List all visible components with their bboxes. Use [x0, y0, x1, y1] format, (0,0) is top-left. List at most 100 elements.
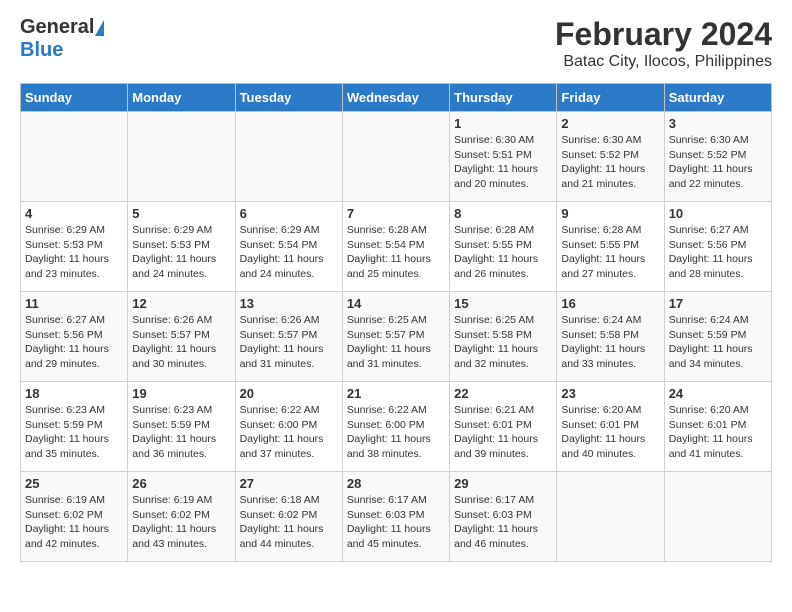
cell-content: Sunset: 5:51 PM [454, 148, 552, 163]
cell-content: Sunrise: 6:23 AM [132, 403, 230, 418]
title-area: February 2024 Batac City, Ilocos, Philip… [555, 16, 772, 71]
calendar-cell: 10Sunrise: 6:27 AMSunset: 5:56 PMDayligh… [664, 202, 771, 292]
cell-content: Sunrise: 6:20 AM [669, 403, 767, 418]
cell-content: Daylight: 11 hours and 31 minutes. [240, 342, 338, 371]
cell-content: Sunset: 5:52 PM [669, 148, 767, 163]
day-number: 10 [669, 206, 767, 221]
day-number: 1 [454, 116, 552, 131]
calendar-cell [21, 112, 128, 202]
day-number: 7 [347, 206, 445, 221]
cell-content: Sunrise: 6:26 AM [240, 313, 338, 328]
calendar-cell: 13Sunrise: 6:26 AMSunset: 5:57 PMDayligh… [235, 292, 342, 382]
cell-content: Daylight: 11 hours and 42 minutes. [25, 522, 123, 551]
calendar-cell: 9Sunrise: 6:28 AMSunset: 5:55 PMDaylight… [557, 202, 664, 292]
calendar-cell: 25Sunrise: 6:19 AMSunset: 6:02 PMDayligh… [21, 472, 128, 562]
cell-content: Daylight: 11 hours and 31 minutes. [347, 342, 445, 371]
cell-content: Daylight: 11 hours and 41 minutes. [669, 432, 767, 461]
cell-content: Daylight: 11 hours and 40 minutes. [561, 432, 659, 461]
cell-content: Daylight: 11 hours and 45 minutes. [347, 522, 445, 551]
cell-content: Sunrise: 6:19 AM [132, 493, 230, 508]
calendar-cell [128, 112, 235, 202]
header-cell-thursday: Thursday [450, 84, 557, 112]
calendar-cell [557, 472, 664, 562]
calendar-cell: 18Sunrise: 6:23 AMSunset: 5:59 PMDayligh… [21, 382, 128, 472]
day-number: 18 [25, 386, 123, 401]
cell-content: Sunset: 6:00 PM [347, 418, 445, 433]
calendar-cell: 17Sunrise: 6:24 AMSunset: 5:59 PMDayligh… [664, 292, 771, 382]
week-row-4: 25Sunrise: 6:19 AMSunset: 6:02 PMDayligh… [21, 472, 772, 562]
calendar-cell: 5Sunrise: 6:29 AMSunset: 5:53 PMDaylight… [128, 202, 235, 292]
cell-content: Daylight: 11 hours and 27 minutes. [561, 252, 659, 281]
cell-content: Sunrise: 6:22 AM [240, 403, 338, 418]
cell-content: Daylight: 11 hours and 38 minutes. [347, 432, 445, 461]
logo-triangle-icon [95, 20, 104, 36]
week-row-2: 11Sunrise: 6:27 AMSunset: 5:56 PMDayligh… [21, 292, 772, 382]
day-number: 26 [132, 476, 230, 491]
cell-content: Daylight: 11 hours and 22 minutes. [669, 162, 767, 191]
day-number: 3 [669, 116, 767, 131]
calendar-cell: 1 Sunrise: 6:30 AMSunset: 5:51 PMDaylight… [450, 112, 557, 202]
cell-content: Sunset: 6:02 PM [132, 508, 230, 523]
logo-general: General [20, 16, 94, 39]
calendar-cell: 12Sunrise: 6:26 AMSunset: 5:57 PMDayligh… [128, 292, 235, 382]
week-row-1: 4Sunrise: 6:29 AMSunset: 5:53 PMDaylight… [21, 202, 772, 292]
cell-content: Sunset: 5:58 PM [454, 328, 552, 343]
header-cell-wednesday: Wednesday [342, 84, 449, 112]
cell-content: Sunrise: 6:29 AM [132, 223, 230, 238]
cell-content: Sunrise: 6:17 AM [454, 493, 552, 508]
day-number: 14 [347, 296, 445, 311]
cell-content: Sunset: 5:58 PM [561, 328, 659, 343]
logo: General Blue [20, 16, 104, 62]
cell-content: Daylight: 11 hours and 20 minutes. [454, 162, 552, 191]
cell-content: Sunset: 5:59 PM [25, 418, 123, 433]
cell-content: Sunrise: 6:21 AM [454, 403, 552, 418]
cell-content: Sunrise: 6:29 AM [25, 223, 123, 238]
cell-content: Daylight: 11 hours and 39 minutes. [454, 432, 552, 461]
day-number: 9 [561, 206, 659, 221]
cell-content: Daylight: 11 hours and 21 minutes. [561, 162, 659, 191]
calendar-cell: 22Sunrise: 6:21 AMSunset: 6:01 PMDayligh… [450, 382, 557, 472]
calendar-cell: 21Sunrise: 6:22 AMSunset: 6:00 PMDayligh… [342, 382, 449, 472]
day-number: 20 [240, 386, 338, 401]
calendar-cell: 2Sunrise: 6:30 AMSunset: 5:52 PMDaylight… [557, 112, 664, 202]
cell-content: Sunrise: 6:22 AM [347, 403, 445, 418]
day-number: 12 [132, 296, 230, 311]
calendar-cell: 11Sunrise: 6:27 AMSunset: 5:56 PMDayligh… [21, 292, 128, 382]
cell-content: Sunset: 6:01 PM [561, 418, 659, 433]
cell-content: Sunset: 5:56 PM [25, 328, 123, 343]
cell-content: Sunrise: 6:27 AM [669, 223, 767, 238]
calendar-cell: 28Sunrise: 6:17 AMSunset: 6:03 PMDayligh… [342, 472, 449, 562]
calendar-subtitle: Batac City, Ilocos, Philippines [555, 53, 772, 71]
calendar-cell: 29Sunrise: 6:17 AMSunset: 6:03 PMDayligh… [450, 472, 557, 562]
cell-content: Sunrise: 6:17 AM [347, 493, 445, 508]
cell-content: Sunset: 6:02 PM [25, 508, 123, 523]
header-row: SundayMondayTuesdayWednesdayThursdayFrid… [21, 84, 772, 112]
cell-content: Sunrise: 6:25 AM [347, 313, 445, 328]
header-cell-sunday: Sunday [21, 84, 128, 112]
cell-content: Daylight: 11 hours and 36 minutes. [132, 432, 230, 461]
cell-content: Sunrise: 6:28 AM [347, 223, 445, 238]
cell-content: Daylight: 11 hours and 37 minutes. [240, 432, 338, 461]
calendar-cell: 15Sunrise: 6:25 AMSunset: 5:58 PMDayligh… [450, 292, 557, 382]
day-number: 8 [454, 206, 552, 221]
cell-content: Daylight: 11 hours and 29 minutes. [25, 342, 123, 371]
day-number: 13 [240, 296, 338, 311]
calendar-cell: 8Sunrise: 6:28 AMSunset: 5:55 PMDaylight… [450, 202, 557, 292]
cell-content: Daylight: 11 hours and 44 minutes. [240, 522, 338, 551]
cell-content: Sunset: 5:54 PM [347, 238, 445, 253]
day-number: 28 [347, 476, 445, 491]
cell-content: Sunset: 5:53 PM [25, 238, 123, 253]
day-number: 2 [561, 116, 659, 131]
logo-blue: Blue [20, 39, 63, 62]
calendar-title: February 2024 [555, 16, 772, 53]
cell-content: Sunset: 5:55 PM [561, 238, 659, 253]
cell-content: Sunset: 6:00 PM [240, 418, 338, 433]
cell-content: Daylight: 11 hours and 35 minutes. [25, 432, 123, 461]
cell-content: Sunrise: 6:30 AM [454, 133, 552, 148]
cell-content: Sunset: 6:02 PM [240, 508, 338, 523]
cell-content: Daylight: 11 hours and 24 minutes. [240, 252, 338, 281]
day-number: 29 [454, 476, 552, 491]
header-cell-friday: Friday [557, 84, 664, 112]
calendar-cell: 27Sunrise: 6:18 AMSunset: 6:02 PMDayligh… [235, 472, 342, 562]
calendar-cell: 3Sunrise: 6:30 AMSunset: 5:52 PMDaylight… [664, 112, 771, 202]
